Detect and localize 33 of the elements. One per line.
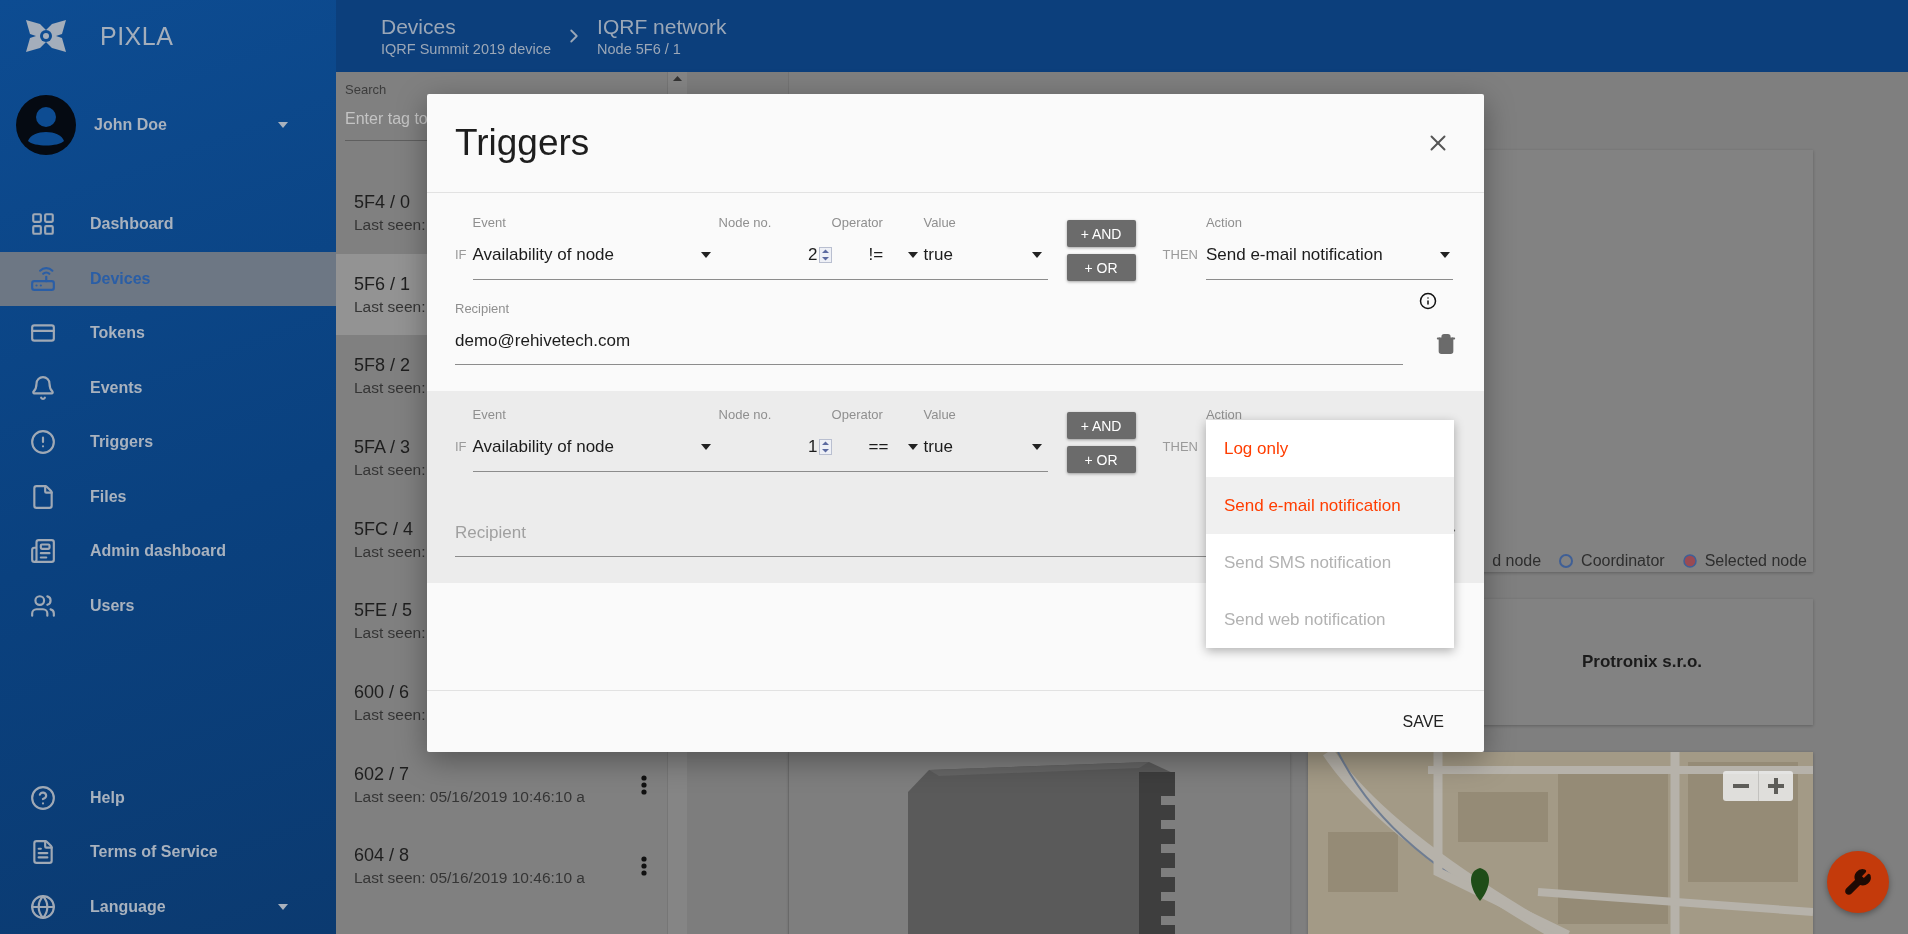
last-seen: Last seen: [354, 297, 426, 316]
search-label: Search [345, 82, 387, 97]
device-title: 5F4 / 0 [354, 191, 411, 213]
last-seen: Last seen: [354, 215, 426, 234]
device-title: 5F6 / 1 [354, 273, 411, 295]
user-name: John Doe [94, 116, 168, 134]
last-seen: Last seen: [354, 705, 426, 724]
last-seen: Last seen: 05/16/2019 10:46:10 a [354, 869, 585, 888]
device-title: 600 / 6 [354, 681, 410, 703]
device-title: 5FC / 4 [354, 518, 414, 540]
vendor-name: Protronix s.r.o. [1582, 652, 1702, 672]
then-label: THEN [1162, 438, 1198, 456]
dialog-title: Triggers [455, 122, 590, 164]
recipient-label: Recipient [455, 300, 510, 317]
legend-item: Selected node [1682, 552, 1807, 570]
last-seen: Last seen: [354, 542, 426, 561]
device-title: 5FA / 3 [354, 436, 411, 458]
last-seen: Last seen: [354, 460, 426, 479]
device-title: 602 / 7 [354, 763, 410, 785]
app-name: PIXLA [100, 21, 174, 51]
then-label: THEN [1162, 246, 1198, 264]
device-title: 604 / 8 [354, 845, 410, 867]
last-seen: Last seen: [354, 379, 426, 398]
device-title: 5F8 / 2 [354, 355, 411, 377]
legend-item: Coordinator [1559, 552, 1665, 570]
last-seen: Last seen: 05/16/2019 10:46:10 a [354, 787, 585, 806]
breadcrumb-subtitle: Node 5F6 / 1 [597, 41, 682, 57]
if-label: IF [455, 438, 467, 456]
legend-item: d node [1492, 552, 1542, 570]
if-label: IF [455, 246, 467, 264]
device-title: 5FE / 5 [354, 600, 413, 622]
breadcrumb-subtitle: IQRF Summit 2019 device [381, 41, 552, 57]
last-seen: Last seen: [354, 624, 426, 643]
